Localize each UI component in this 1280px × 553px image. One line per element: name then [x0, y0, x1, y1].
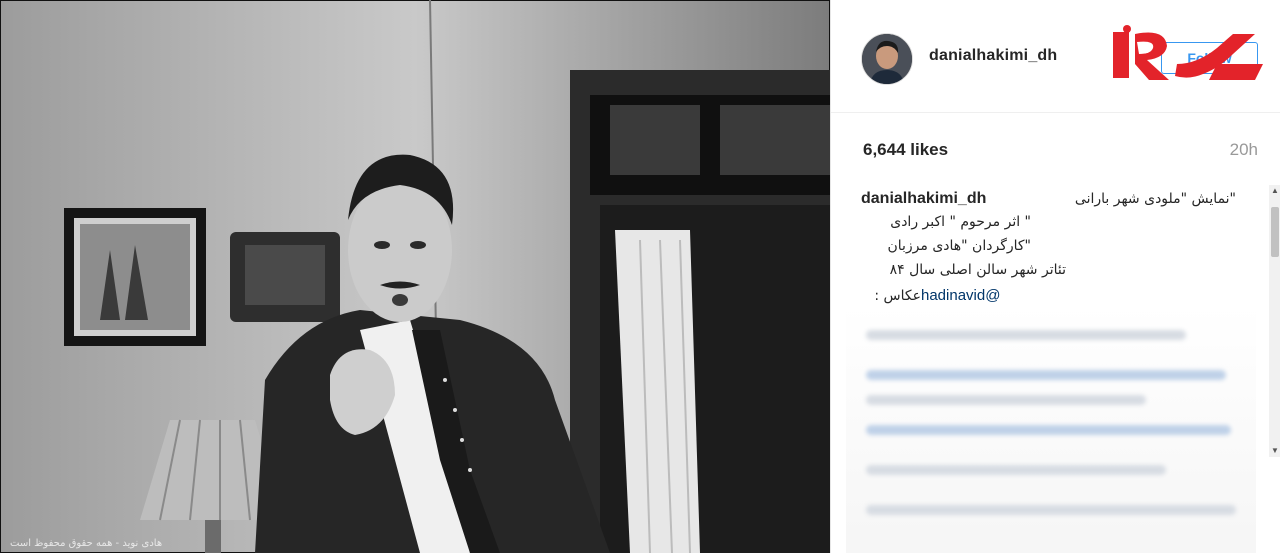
- photo-image: [0, 0, 830, 553]
- caption-line-5: عکاس :: [874, 288, 921, 304]
- caption-scrollbar[interactable]: ▲ ▼: [1269, 185, 1280, 457]
- avatar-image: [862, 34, 912, 84]
- blurred-comments: [846, 305, 1256, 553]
- post-photo: هادی نوید - همه حقوق محفوظ است: [0, 0, 830, 553]
- avatar[interactable]: [861, 33, 913, 85]
- blurred-line: [866, 395, 1146, 405]
- caption-mention[interactable]: @hadinavid: [921, 287, 1000, 304]
- post-header: danialhakimi_dh Follow: [831, 0, 1280, 113]
- likes-row: 6,644 likes 20h: [863, 140, 1258, 164]
- blurred-line: [866, 330, 1186, 340]
- caption-line-4: تئاتر شهر سالن اصلی سال ۸۴: [889, 262, 1066, 278]
- caption-line-3: "کارگردان "هادی مرزبان: [887, 238, 1031, 254]
- post-side-panel: danialhakimi_dh Follow 6,644 likes 20h d…: [830, 0, 1280, 553]
- blurred-line: [866, 425, 1231, 435]
- caption-username[interactable]: danialhakimi_dh: [861, 190, 986, 208]
- likes-count[interactable]: 6,644 likes: [863, 140, 948, 160]
- scrollbar-thumb[interactable]: [1271, 207, 1279, 257]
- rokna-logo-icon: [1113, 25, 1263, 80]
- scroll-up-arrow-icon[interactable]: ▲: [1269, 185, 1280, 197]
- blurred-line: [866, 505, 1236, 515]
- caption-line-2: " اثر مرحوم " اکبر رادی: [890, 214, 1031, 230]
- post-time[interactable]: 20h: [1230, 140, 1258, 160]
- blurred-line: [866, 370, 1226, 380]
- post-username[interactable]: danialhakimi_dh: [929, 47, 1057, 65]
- scroll-down-arrow-icon[interactable]: ▼: [1269, 445, 1280, 457]
- blurred-line: [866, 465, 1166, 475]
- photo-watermark: هادی نوید - همه حقوق محفوظ است: [10, 538, 163, 549]
- caption-line-1: "نمایش "ملودی شهر بارانی: [1074, 191, 1236, 207]
- caption: danialhakimi_dh "نمایش "ملودی شهر بارانی…: [861, 190, 1241, 310]
